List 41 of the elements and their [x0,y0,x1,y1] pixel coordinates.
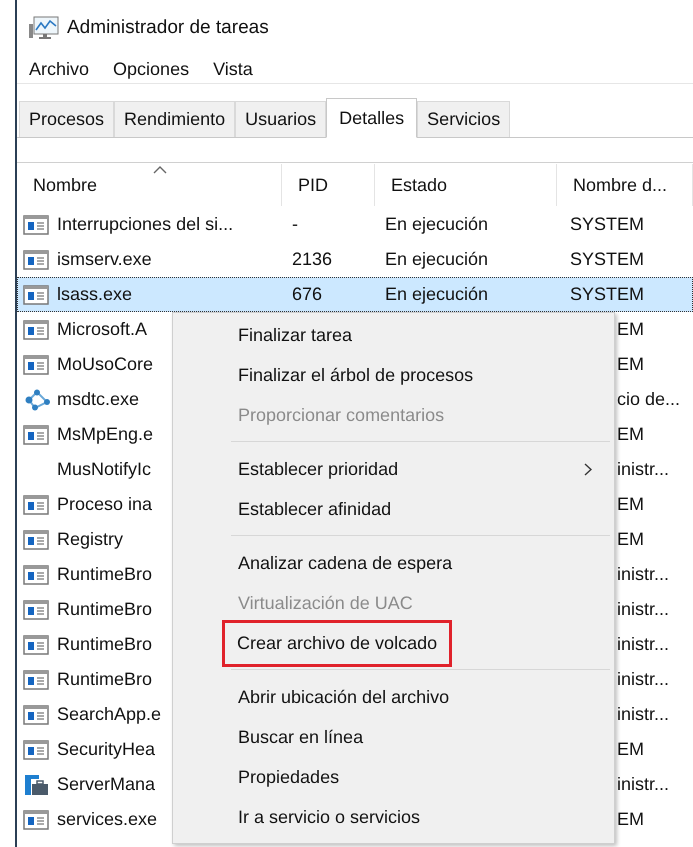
table-cell: ServerMana [57,774,156,795]
table-cell-text: EM [616,529,645,550]
table-cell-text: - [291,214,299,235]
table-cell-text: 676 [291,284,324,305]
window-title: Administrador de tareas [67,17,269,39]
table-cell: RuntimeBro [57,634,152,655]
table-cell: MoUsoCore [57,354,154,375]
table-cell-text: inistr... [616,634,670,655]
table-cell-text: 2136 [291,249,334,270]
table-cell: SearchApp.e [57,704,162,725]
table-cell: Registry [57,529,124,550]
table-cell: lsass.exe [57,284,132,305]
table-cell: MsMpEng.e [57,424,154,445]
table-cell-text: inistr... [616,669,670,690]
table-cell-text: inistr... [616,564,670,585]
table-cell: Interrupciones del si... [57,214,234,235]
table-cell: Microsoft.A [57,319,148,340]
table-cell-text: EM [616,424,645,445]
table-cell-text: inistr... [616,704,670,725]
table-cell-text: EM [616,494,645,515]
table-cell-text: En ejecución [384,284,490,305]
table-cell: RuntimeBro [57,599,152,620]
table-cell-text: En ejecución [384,249,490,270]
table-cell-text: SYSTEM [569,214,646,235]
table-cell-text: EM [616,319,645,340]
table-cell: ismserv.exe [57,249,152,270]
table-cell-text: inistr... [616,774,670,795]
table-cell-text: SYSTEM [569,249,646,270]
table-cell-text: SYSTEM [569,284,646,305]
table-cell-text: EM [616,739,645,760]
table-cell: services.exe [57,809,158,830]
table-cell-text: En ejecución [384,214,490,235]
table-cell-text: EM [616,354,645,375]
table-cell: RuntimeBro [57,669,152,690]
table-cell-text: cio de... [616,389,682,410]
table-cell: RuntimeBro [57,564,152,585]
table-cell: Proceso ina [57,494,152,515]
table-cell-text: inistr... [616,599,670,620]
table-cell: msdtc.exe [57,389,140,410]
table-cell: SecurityHea [57,739,156,760]
table-cell-text: EM [616,809,645,830]
